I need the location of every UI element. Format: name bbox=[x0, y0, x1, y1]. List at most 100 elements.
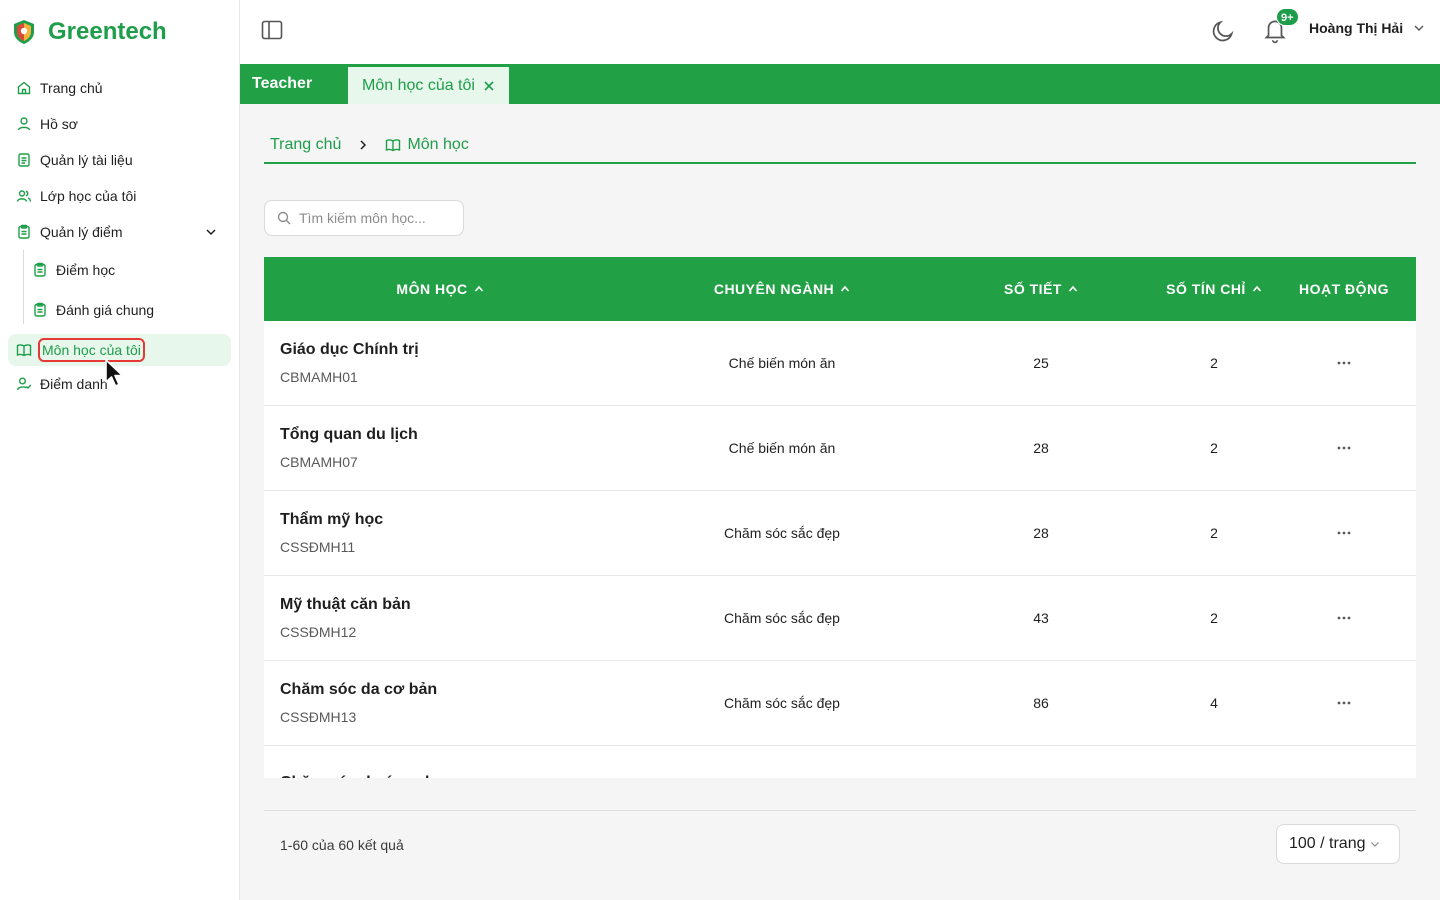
sidebar-item-label: Điểm học bbox=[56, 262, 116, 278]
sidebar-item-label: Lớp học của tôi bbox=[40, 188, 137, 204]
credits-cell bbox=[1134, 746, 1294, 778]
subject-name: Chăm sóc da cơ bản bbox=[280, 681, 438, 698]
search-input[interactable] bbox=[299, 210, 449, 226]
table-row[interactable]: Thẩm mỹ học CSSĐMH11 Chăm sóc sắc đẹp 28 2 bbox=[264, 491, 1416, 576]
subject-cell: Mỹ thuật căn bản CSSĐMH12 bbox=[264, 576, 616, 660]
tab-my-subjects[interactable]: Môn học của tôi bbox=[348, 67, 509, 104]
table-row[interactable]: Chăm sóc da cơ bản CSSĐMH13 Chăm sóc sắc đ… bbox=[264, 661, 1416, 746]
table-row[interactable]: Tổng quan du lịch CBMAMH07 Chế biến món ăn… bbox=[264, 406, 1416, 491]
clipboard-icon bbox=[32, 262, 48, 278]
user-check-icon bbox=[16, 376, 32, 392]
breadcrumb-home[interactable]: Trang chủ bbox=[270, 136, 341, 154]
column-header-periods[interactable]: SỐ TIẾT bbox=[948, 257, 1134, 321]
more-options-icon[interactable] bbox=[1334, 360, 1354, 366]
sidebar-item-label: Trang chủ bbox=[40, 80, 103, 96]
tab-teacher[interactable]: Teacher bbox=[252, 64, 312, 104]
column-label: MÔN HỌC bbox=[396, 281, 468, 297]
users-icon bbox=[16, 188, 32, 204]
user-menu[interactable]: Hoàng Thị Hải bbox=[1309, 20, 1425, 36]
major-cell bbox=[616, 746, 948, 778]
table-row[interactable]: Mỹ thuật căn bản CSSĐMH12 Chăm sóc sắc đẹp… bbox=[264, 576, 1416, 661]
sidebar-item-label: Hồ sơ bbox=[40, 116, 78, 132]
more-options-icon[interactable] bbox=[1334, 700, 1354, 706]
sidebar-item-grades[interactable]: Điểm học bbox=[0, 250, 239, 290]
shield-logo-icon bbox=[14, 20, 34, 44]
chevron-right-icon bbox=[360, 140, 367, 150]
sidebar-toggle-icon[interactable] bbox=[260, 18, 284, 42]
sidebar-item-label: Môn học của tôi bbox=[38, 338, 145, 362]
credits-cell: 2 bbox=[1210, 525, 1218, 541]
tab-label: Môn học của tôi bbox=[362, 77, 475, 94]
brand-name: Greentech bbox=[48, 18, 167, 45]
logo[interactable]: Greentech bbox=[0, 0, 239, 64]
subject-name: Thẩm mỹ học bbox=[280, 511, 384, 528]
table-row[interactable]: Giáo dục Chính trị CBMAMH01 Chế biến món ă… bbox=[264, 321, 1416, 406]
top-header: 9+ Hoàng Thị Hải bbox=[240, 0, 1440, 64]
table-row[interactable]: Chăm sóc da ứng dụng bbox=[264, 746, 1416, 778]
sidebar-item-label: Quản lý tài liệu bbox=[40, 152, 133, 168]
book-icon bbox=[386, 139, 401, 152]
document-icon bbox=[16, 152, 32, 168]
sort-up-icon bbox=[841, 285, 850, 292]
table-body: Giáo dục Chính trị CBMAMH01 Chế biến món ă… bbox=[264, 321, 1416, 778]
subject-code: CBMAMH07 bbox=[280, 454, 358, 470]
subject-cell: Thẩm mỹ học CSSĐMH11 bbox=[264, 491, 616, 575]
subject-code: CSSĐMH11 bbox=[280, 539, 356, 555]
major-cell: Chăm sóc sắc đẹp bbox=[724, 525, 840, 541]
credits-cell: 4 bbox=[1210, 695, 1218, 711]
periods-cell: 28 bbox=[1033, 440, 1049, 456]
chevron-down-icon bbox=[1414, 25, 1424, 31]
subject-cell: Giáo dục Chính trị CBMAMH01 bbox=[264, 321, 616, 405]
result-count: 1-60 của 60 kết quả bbox=[280, 837, 404, 853]
grade-submenu: Điểm học Đánh giá chung bbox=[0, 250, 239, 330]
periods-cell: 43 bbox=[1033, 610, 1049, 626]
column-label: CHUYÊN NGÀNH bbox=[713, 281, 835, 297]
sort-up-icon bbox=[1252, 285, 1261, 292]
clipboard-icon bbox=[16, 224, 32, 240]
more-options-icon[interactable] bbox=[1334, 615, 1354, 621]
major-cell: Chế biến món ăn bbox=[728, 440, 836, 456]
sidebar-item-label: Quản lý điểm bbox=[40, 224, 123, 240]
subject-name: Giáo dục Chính trị bbox=[280, 341, 419, 358]
close-icon[interactable] bbox=[483, 80, 495, 92]
page-size-select[interactable]: 100 / trang bbox=[1276, 824, 1400, 864]
sidebar-item-documents[interactable]: Quản lý tài liệu bbox=[0, 142, 239, 178]
major-cell: Chăm sóc sắc đẹp bbox=[724, 695, 840, 711]
subject-cell: Chăm sóc da ứng dụng bbox=[264, 746, 616, 778]
column-header-credits[interactable]: SỐ TÍN CHỈ bbox=[1134, 257, 1294, 321]
table-footer: 1-60 của 60 kết quả 100 / trang bbox=[264, 810, 1416, 900]
actions-cell bbox=[1294, 321, 1394, 405]
search-icon bbox=[277, 211, 291, 225]
moon-icon[interactable] bbox=[1210, 18, 1236, 44]
tab-strip: Teacher Môn học của tôi bbox=[240, 64, 1440, 104]
sidebar-item-grade-management[interactable]: Quản lý điểm bbox=[0, 214, 239, 250]
notification-badge: 9+ bbox=[1276, 8, 1299, 26]
mouse-cursor-icon bbox=[105, 359, 124, 387]
user-name: Hoàng Thị Hải bbox=[1309, 20, 1404, 36]
column-header-subject[interactable]: MÔN HỌC bbox=[264, 257, 616, 321]
column-label: SỐ TIẾT bbox=[1004, 281, 1062, 297]
actions-cell bbox=[1294, 406, 1394, 490]
actions-cell bbox=[1294, 746, 1394, 778]
sidebar-item-label: Điểm danh bbox=[40, 376, 108, 392]
more-options-icon[interactable] bbox=[1334, 445, 1354, 451]
more-options-icon[interactable] bbox=[1334, 530, 1354, 536]
search-box[interactable] bbox=[264, 200, 464, 236]
sidebar-item-general-evaluation[interactable]: Đánh giá chung bbox=[0, 290, 239, 330]
sidebar-item-label: Đánh giá chung bbox=[56, 302, 155, 318]
credits-cell: 2 bbox=[1210, 440, 1218, 456]
sidebar-item-profile[interactable]: Hồ sơ bbox=[0, 106, 239, 142]
sidebar-item-home[interactable]: Trang chủ bbox=[0, 70, 239, 106]
sort-up-icon bbox=[1068, 285, 1078, 292]
column-header-major[interactable]: CHUYÊN NGÀNH bbox=[616, 257, 948, 321]
major-cell: Chế biến món ăn bbox=[728, 355, 836, 371]
sidebar-menu: Trang chủ Hồ sơ Quản lý tài liệu Lớp học… bbox=[0, 64, 239, 402]
column-header-actions: HOẠT ĐỘNG bbox=[1294, 257, 1394, 321]
subject-cell: Tổng quan du lịch CBMAMH07 bbox=[264, 406, 616, 490]
periods-cell: 86 bbox=[1033, 695, 1049, 711]
subject-name: Mỹ thuật căn bản bbox=[280, 596, 411, 613]
subject-name: Chăm sóc da ứng dụng bbox=[280, 774, 459, 778]
table-header: MÔN HỌC CHUYÊN NGÀNH SỐ TIẾT SỐ TÍN CHỈ … bbox=[264, 257, 1416, 321]
sidebar-item-my-classes[interactable]: Lớp học của tôi bbox=[0, 178, 239, 214]
subject-cell: Chăm sóc da cơ bản CSSĐMH13 bbox=[264, 661, 616, 745]
